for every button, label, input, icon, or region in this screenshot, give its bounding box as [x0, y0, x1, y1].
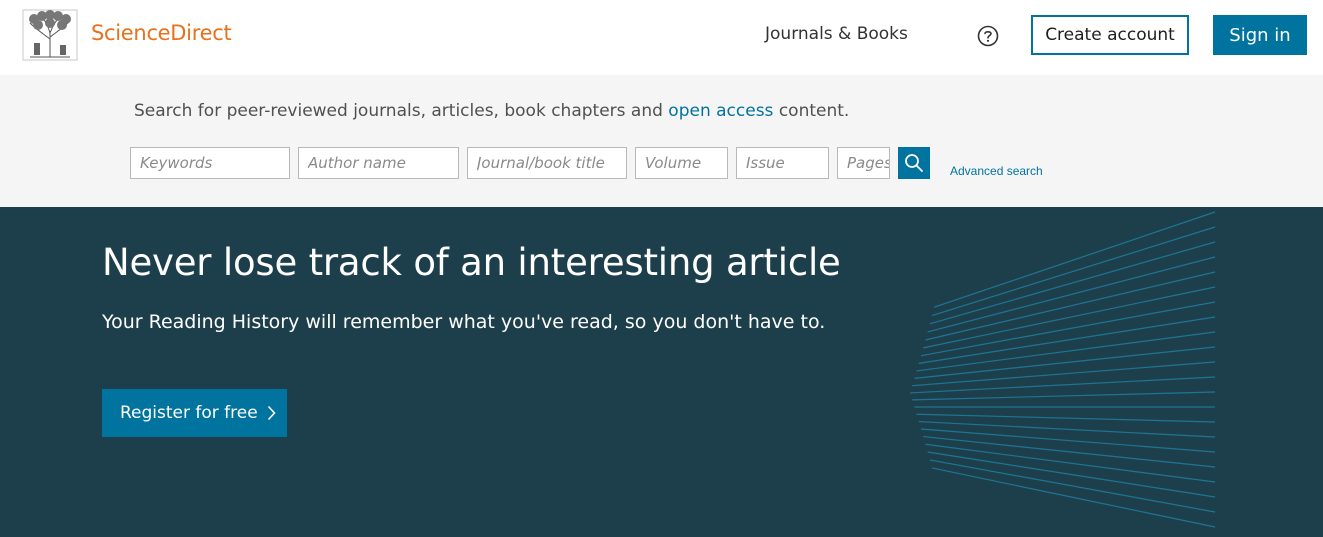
sign-in-button[interactable]: Sign in: [1213, 15, 1307, 55]
author-name-input[interactable]: [298, 147, 459, 179]
search-intro-text: Search for peer-reviewed journals, artic…: [134, 101, 669, 121]
decorative-rays: [909, 211, 1216, 528]
top-header: ScienceDirect Journals & Books Create ac…: [0, 0, 1323, 75]
hero-subtitle: Your Reading History will remember what …: [102, 311, 826, 333]
advanced-search-link[interactable]: Advanced search: [950, 164, 1043, 178]
search-intro: Search for peer-reviewed journals, artic…: [134, 101, 849, 121]
ray-line: [931, 226, 1216, 317]
ray-line: [934, 211, 1216, 308]
hero-banner: Never lose track of an interesting artic…: [0, 207, 1323, 537]
chevron-right-icon: [267, 405, 276, 421]
issue-input[interactable]: [736, 147, 829, 179]
journal-title-input[interactable]: [467, 147, 627, 179]
search-button[interactable]: [898, 147, 930, 179]
open-access-link[interactable]: open access: [668, 101, 773, 121]
ray-line: [920, 301, 1216, 357]
create-account-button[interactable]: Create account: [1031, 15, 1189, 55]
ray-line: [925, 271, 1216, 341]
help-icon[interactable]: [977, 25, 999, 47]
ray-line: [918, 316, 1216, 364]
hero-title: Never lose track of an interesting artic…: [102, 241, 841, 284]
search-band: Search for peer-reviewed journals, artic…: [0, 75, 1323, 207]
ray-line: [929, 241, 1216, 325]
ray-line: [925, 443, 1216, 483]
brand-name[interactable]: ScienceDirect: [91, 21, 232, 45]
search-icon: [905, 154, 923, 172]
register-button[interactable]: Register for free: [102, 389, 287, 437]
nav-journals-books[interactable]: Journals & Books: [765, 24, 908, 44]
ray-line: [927, 451, 1216, 498]
ray-line: [929, 459, 1216, 513]
register-label: Register for free: [120, 403, 258, 423]
ray-line: [912, 391, 1216, 401]
keywords-input[interactable]: [130, 147, 290, 179]
pages-input[interactable]: [837, 147, 890, 179]
ray-line: [909, 376, 1216, 394]
ray-line: [918, 420, 1216, 438]
volume-input[interactable]: [635, 147, 728, 179]
elsevier-tree-logo-icon[interactable]: [22, 9, 78, 61]
search-intro-tail: content.: [773, 101, 850, 121]
ray-line: [916, 413, 1216, 423]
